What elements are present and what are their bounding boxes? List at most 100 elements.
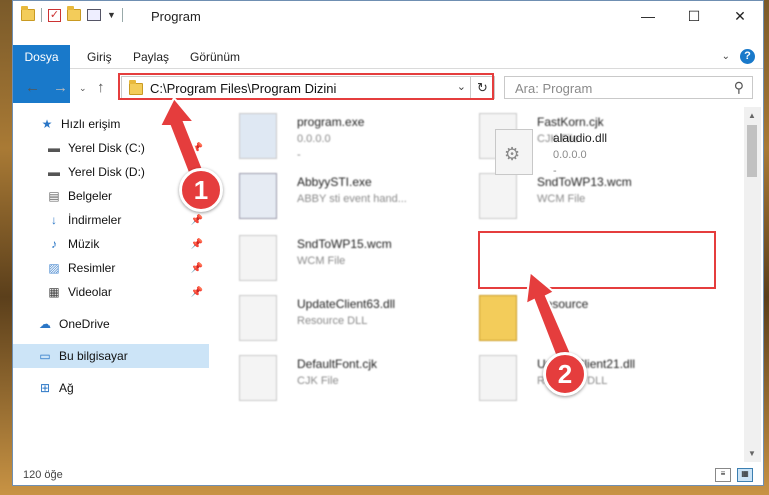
dll-file-icon [479,355,517,401]
separator [41,8,42,22]
help-icon[interactable]: ? [740,49,755,64]
new-folder-icon[interactable] [67,6,81,21]
up-arrow-icon[interactable]: ↑ [97,79,105,96]
file-icon [239,355,277,401]
status-bar: 120 öğe ≡ ▦ [13,465,763,485]
sidebar-item-downloads[interactable]: ↓ İndirmeler 📌 [13,208,209,232]
file-extra: - [297,149,301,161]
file-icon [239,235,277,281]
network-icon: ⊞ [39,381,51,395]
quick-access-toolbar: ✓ ▼ [21,6,123,22]
sidebar-item-label: Müzik [68,237,100,251]
file-item[interactable]: AbbyySTI.exe ABBY sti event hand... [219,169,459,227]
step-badge-1: 1 [179,168,223,212]
file-version: 0.0.0.0 [297,133,331,145]
title-bar: ✓ ▼ Program — ☐ ✕ [13,1,763,31]
large-icons-view-icon[interactable]: ▦ [737,468,753,482]
properties-icon[interactable] [87,9,101,21]
file-name: DefaultFont.cjk [297,357,378,371]
file-type: WCM File [537,193,586,205]
dll-file-icon [239,295,277,341]
scroll-up-icon[interactable]: ▲ [748,111,756,120]
file-item[interactable]: program.exe 0.0.0.0 - [219,109,459,167]
folder-file-icon [479,295,517,341]
scroll-down-icon[interactable]: ▼ [748,449,756,458]
view-buttons: ≡ ▦ [715,468,753,482]
sidebar-item-label: Belgeler [68,189,113,203]
ribbon-right: ⌄ ? [722,49,755,64]
file-item[interactable]: UpdateClient63.dll Resource DLL [219,291,459,349]
file-name: AbbyySTI.exe [297,175,372,189]
download-icon: ↓ [51,213,57,227]
sidebar-item-pictures[interactable]: ▨ Resimler 📌 [13,256,209,280]
exe-file-icon [239,113,277,159]
sidebar-item-label: Ağ [59,381,74,395]
tab-view[interactable]: Görünüm [190,45,240,69]
cloud-icon: ☁ [39,317,51,331]
window-controls: — ☐ ✕ [625,1,763,31]
expand-ribbon-icon[interactable]: ⌄ [722,51,730,62]
file-name: UpdateClient63.dll [297,297,396,311]
properties-check-icon[interactable]: ✓ [48,8,61,22]
tab-share[interactable]: Paylaş [133,45,169,69]
pictures-icon: ▨ [48,261,60,275]
star-icon: ★ [41,117,53,131]
separator [121,8,123,22]
dll-file-icon: ⚙ [495,129,533,175]
search-box[interactable]: Ara: Program ⚲ [504,76,753,99]
sidebar-item-label: Yerel Disk (C:) [68,141,145,155]
exe-file-icon [239,173,277,219]
target-file-item[interactable]: ⚙ alaudio.dll 0.0.0.0 - [475,125,715,183]
file-item[interactable]: SndToWP15.wcm WCM File [219,231,459,289]
minimize-button[interactable]: — [625,1,671,31]
file-extra: - [553,165,557,177]
file-type: ABBY sti event hand... [297,193,407,205]
forward-arrow-icon[interactable]: → [53,79,68,96]
sidebar-item-music[interactable]: ♪ Müzik 📌 [13,232,209,256]
file-type: Resource DLL [297,315,368,327]
sidebar-item-label: Yerel Disk (D:) [68,165,145,179]
sidebar-item-label: OneDrive [59,317,110,331]
search-icon[interactable]: ⚲ [734,79,744,96]
folder-icon [21,6,35,21]
music-icon: ♪ [51,237,57,251]
ribbon-tabs: Dosya Giriş Paylaş Görünüm ⌄ ? [13,45,763,103]
drive-icon: ▬ [48,165,60,179]
gear-icon: ⚙ [504,144,521,164]
file-name: SndToWP15.wcm [297,237,392,251]
qat-dropdown-icon[interactable]: ▼ [107,10,116,20]
close-button[interactable]: ✕ [717,1,763,31]
sidebar-item-label: Bu bilgisayar [59,349,128,363]
file-version: 0.0.0.0 [553,149,587,161]
file-highlight-box [478,231,716,289]
pin-icon[interactable]: 📌 [191,263,203,274]
sidebar-item-videos[interactable]: ▦ Videolar 📌 [13,280,209,304]
file-item[interactable]: DefaultFont.cjk CJK File [219,351,459,409]
tab-home[interactable]: Giriş [87,45,112,69]
sidebar-item-this-pc[interactable]: ▭ Bu bilgisayar [13,344,209,368]
file-name: alaudio.dll [553,131,608,145]
pin-icon[interactable]: 📌 [191,287,203,298]
file-name: program.exe [297,115,365,129]
item-count: 120 öğe [23,469,63,481]
step-badge-2: 2 [543,352,587,396]
back-arrow-icon[interactable]: ← [25,79,40,96]
scroll-thumb[interactable] [747,125,757,177]
search-placeholder[interactable]: Ara: Program [515,81,592,96]
sidebar-item-onedrive[interactable]: ☁ OneDrive [13,312,209,336]
video-icon: ▦ [48,285,60,299]
recent-locations-icon[interactable]: ⌄ [79,83,87,94]
sidebar-item-label: Hızlı erişim [61,117,121,131]
pin-icon[interactable]: 📌 [191,215,203,226]
maximize-button[interactable]: ☐ [671,1,717,31]
file-type: CJK File [297,375,339,387]
sidebar-item-network[interactable]: ⊞ Ağ [13,376,209,400]
window-title: Program [151,9,201,24]
sidebar-item-label: Videolar [68,285,112,299]
sidebar-item-label: İndirmeler [68,213,122,227]
pin-icon[interactable]: 📌 [191,239,203,250]
details-view-icon[interactable]: ≡ [715,468,731,482]
file-type: WCM File [297,255,346,267]
vertical-scrollbar[interactable]: ▲ ▼ [744,107,761,462]
sidebar-item-label: Resimler [68,261,116,275]
